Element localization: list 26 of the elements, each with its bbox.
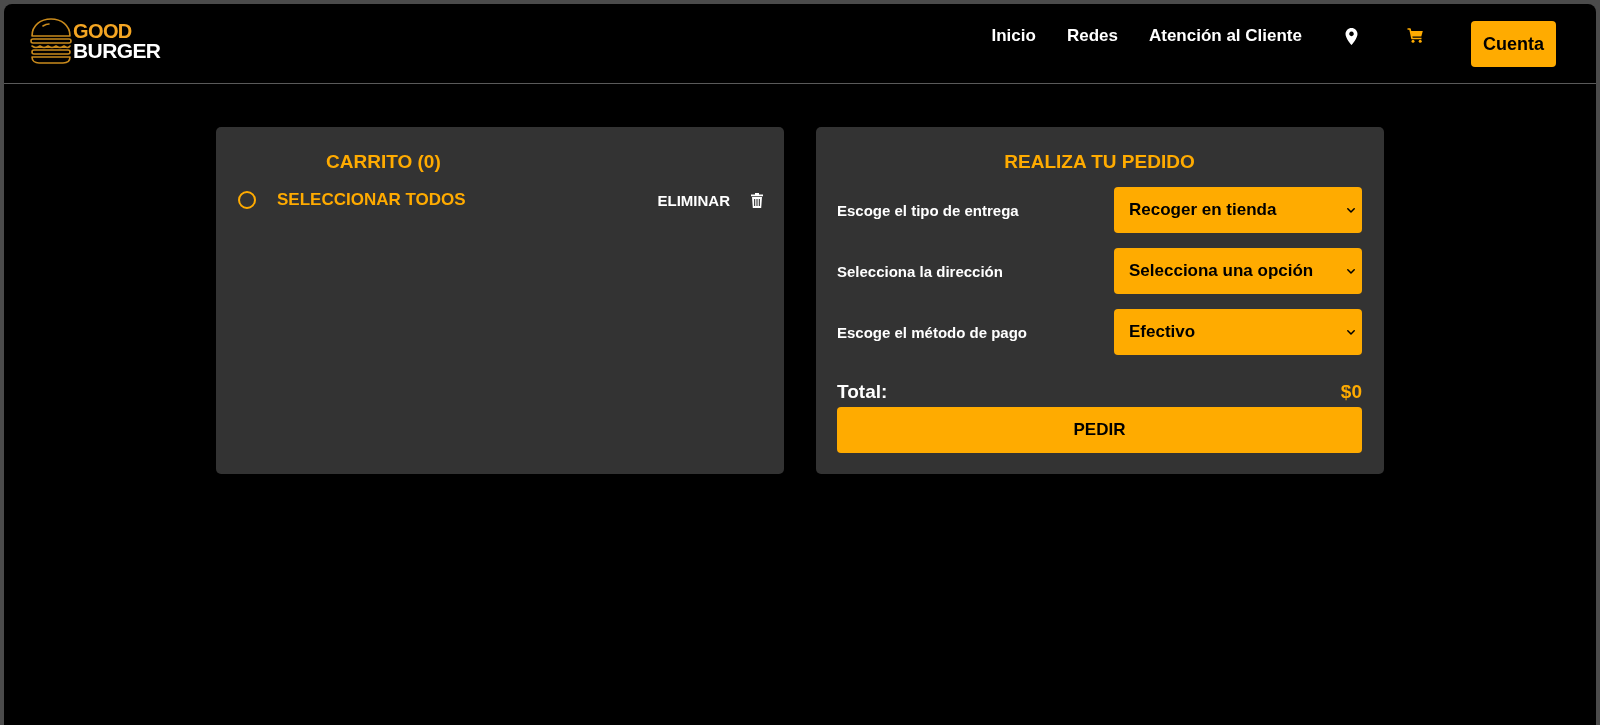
select-field[interactable]: Recoger en tienda	[1114, 187, 1362, 233]
chevron-down-icon	[1347, 268, 1355, 274]
trash-icon	[751, 192, 763, 208]
field-label: Escoge el tipo de entrega	[837, 201, 1019, 219]
logo-wordmark: GOOD BURGER	[73, 22, 161, 60]
account-button[interactable]: Cuenta	[1471, 21, 1556, 67]
chevron-down-icon	[1347, 329, 1355, 335]
nav-link[interactable]: Redes	[1066, 26, 1118, 46]
select-field[interactable]: Efectivo	[1114, 309, 1362, 355]
select-field[interactable]: Selecciona una opción	[1114, 248, 1362, 294]
section-title: CARRITO (0)	[326, 150, 441, 174]
field-label: Selecciona la dirección	[837, 262, 1003, 280]
select-all-label[interactable]: SELECCIONAR TODOS	[277, 190, 466, 210]
section-title: REALIZA TU PEDIDO	[1004, 150, 1195, 174]
total-label: Total:	[837, 380, 888, 404]
cart-icon[interactable]	[1407, 28, 1423, 43]
nav-link[interactable]: Atención al Cliente	[1148, 26, 1302, 46]
radio-button[interactable]	[238, 191, 256, 209]
order-button[interactable]: PEDIR	[837, 407, 1362, 453]
delete-button[interactable]: ELIMINAR	[657, 191, 763, 209]
total-amount: $0	[1340, 380, 1362, 404]
nav-link[interactable]: Inicio	[991, 26, 1036, 46]
burger-icon	[30, 18, 72, 64]
location-pin-icon[interactable]	[1345, 28, 1358, 45]
chevron-down-icon	[1347, 207, 1355, 213]
field-label: Escoge el método de pago	[837, 323, 1028, 341]
